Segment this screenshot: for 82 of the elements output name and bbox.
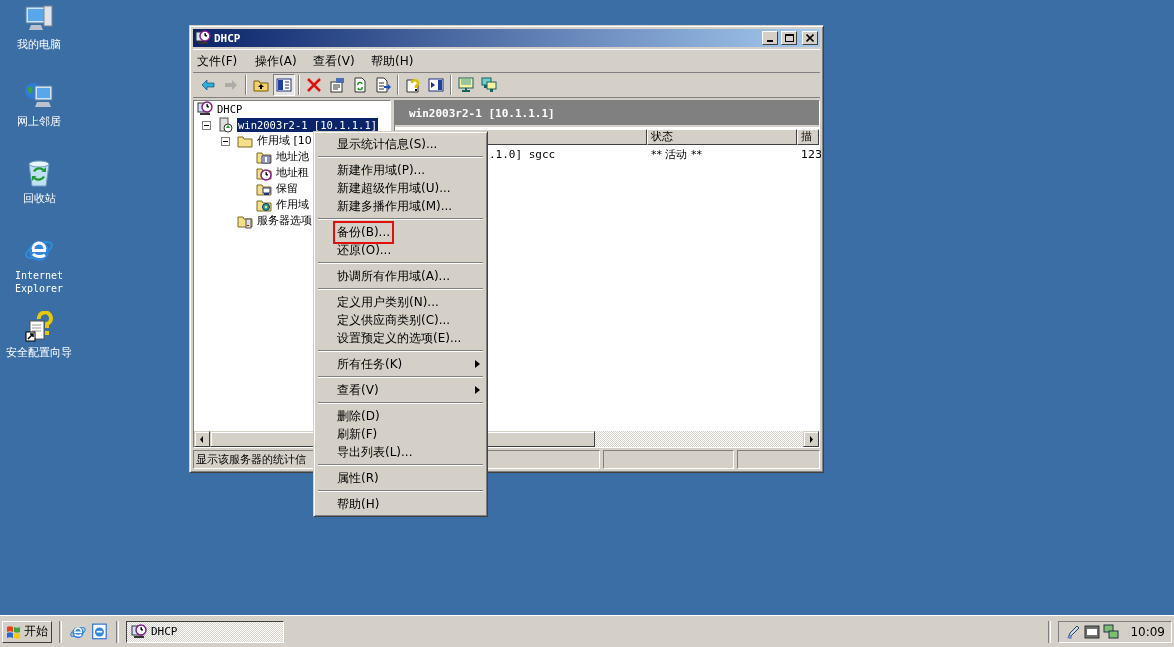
- menu-item[interactable]: 显示统计信息(S)...: [317, 135, 484, 153]
- taskbar-button[interactable]: DHCP: [126, 620, 284, 643]
- submenu-arrow-icon: [475, 360, 480, 368]
- properties-icon: [329, 77, 345, 93]
- menu-item[interactable]: 操作(A): [255, 52, 313, 70]
- dhcp-icon: [131, 623, 147, 640]
- menu-item[interactable]: 定义供应商类别(C)...: [317, 311, 484, 329]
- monitor-icon: [458, 77, 474, 93]
- toolbar-button[interactable]: [273, 74, 295, 96]
- page-icon[interactable]: [91, 622, 109, 641]
- network-icon[interactable]: [1103, 623, 1120, 640]
- maximize-icon: [784, 34, 794, 42]
- menu-item[interactable]: 协调所有作用域(A)...: [317, 267, 484, 285]
- up-folder-icon: [253, 77, 269, 93]
- folder-icon: [256, 149, 272, 165]
- monitors-icon: [481, 77, 497, 93]
- pen-icon[interactable]: [1065, 623, 1082, 640]
- action-pane-icon: [428, 77, 444, 93]
- desktop-icon-label[interactable]: Internet Explorer: [6, 269, 72, 295]
- folder-computer-icon: [256, 181, 272, 197]
- menu-item[interactable]: 备份(B)...: [317, 223, 484, 241]
- window-title: DHCP: [214, 31, 242, 45]
- export-list-icon: [375, 77, 391, 93]
- close-button[interactable]: [802, 31, 818, 45]
- minimize-button[interactable]: [762, 31, 778, 45]
- forward-arrow-icon: [223, 77, 239, 93]
- desktop-icon-label[interactable]: 网上邻居: [6, 115, 72, 128]
- menu-item[interactable]: 帮助(H): [371, 52, 429, 70]
- table-cell-text: ** 活动 **: [650, 146, 703, 162]
- tree-item[interactable]: 作用域: [275, 198, 310, 212]
- menu-item[interactable]: 查看(V): [317, 381, 484, 399]
- clock: 10:09: [1130, 624, 1165, 639]
- folder-clock-icon: [256, 165, 272, 181]
- refresh-icon: [352, 77, 368, 93]
- menu-item[interactable]: 刷新(F): [317, 425, 484, 443]
- window-icon[interactable]: [1084, 623, 1101, 640]
- wizard-shortcut-icon[interactable]: [23, 311, 55, 343]
- back-arrow-icon: [200, 77, 216, 93]
- menu-item[interactable]: 查看(V): [313, 52, 371, 70]
- menu-item[interactable]: 新建多播作用域(M)...: [317, 197, 484, 215]
- menu-item[interactable]: 设置预定义的选项(E)...: [317, 329, 484, 347]
- menu-item[interactable]: 还原(O)...: [317, 241, 484, 259]
- menu-item[interactable]: 定义用户类别(N)...: [317, 293, 484, 311]
- column-header[interactable]: 状态: [647, 129, 797, 145]
- menu-item[interactable]: 删除(D): [317, 407, 484, 425]
- tree-item[interactable]: 作用域 [10: [256, 134, 313, 148]
- table-cell-text: 123: [800, 147, 819, 161]
- desktop-icon-label[interactable]: 我的电脑: [6, 38, 72, 51]
- minimize-icon: [767, 40, 773, 42]
- tree-item[interactable]: win2003r2-1 [10.1.1.1]: [237, 118, 379, 132]
- folder-gear-icon: [256, 197, 272, 213]
- folder-server-icon: [237, 213, 253, 229]
- server-icon: [218, 117, 234, 133]
- delete-icon: [306, 77, 322, 93]
- tree-item[interactable]: 服务器选项: [256, 214, 313, 228]
- submenu-arrow-icon: [475, 386, 480, 394]
- menu-item[interactable]: 帮助(H): [317, 495, 484, 513]
- tree-item[interactable]: 保留: [275, 182, 299, 196]
- details-title: win2003r2-1 [10.1.1.1]: [409, 106, 555, 120]
- help-icon: [405, 77, 421, 93]
- right-arrow-icon[interactable]: [809, 435, 813, 443]
- maximize-button[interactable]: [781, 31, 797, 45]
- tree-pane-icon: [276, 77, 292, 93]
- desktop-icon-label[interactable]: 回收站: [6, 192, 72, 205]
- start-button[interactable]: 开始: [2, 620, 52, 643]
- tree-item[interactable]: 地址租: [275, 166, 310, 180]
- collapse-icon[interactable]: [202, 120, 211, 130]
- windows-flag-icon: [6, 623, 22, 640]
- close-icon: [806, 34, 814, 42]
- column-header[interactable]: 描: [797, 129, 819, 145]
- collapse-icon[interactable]: [221, 136, 230, 146]
- menu-item[interactable]: 文件(F): [197, 52, 255, 70]
- tree-item[interactable]: 地址池: [275, 150, 310, 164]
- dhcp-icon: [195, 30, 211, 46]
- menu-item[interactable]: 属性(R): [317, 469, 484, 487]
- menu-item[interactable]: 新建超级作用域(U)...: [317, 179, 484, 197]
- menu-item[interactable]: 所有任务(K): [317, 355, 484, 373]
- left-arrow-icon[interactable]: [200, 435, 204, 443]
- table-cell-text: .1.0] sgcc: [488, 147, 557, 161]
- menu-item[interactable]: 新建作用域(P)...: [317, 161, 484, 179]
- desktop-icon-label[interactable]: 安全配置向导: [6, 346, 72, 359]
- tree-item[interactable]: DHCP: [216, 102, 244, 116]
